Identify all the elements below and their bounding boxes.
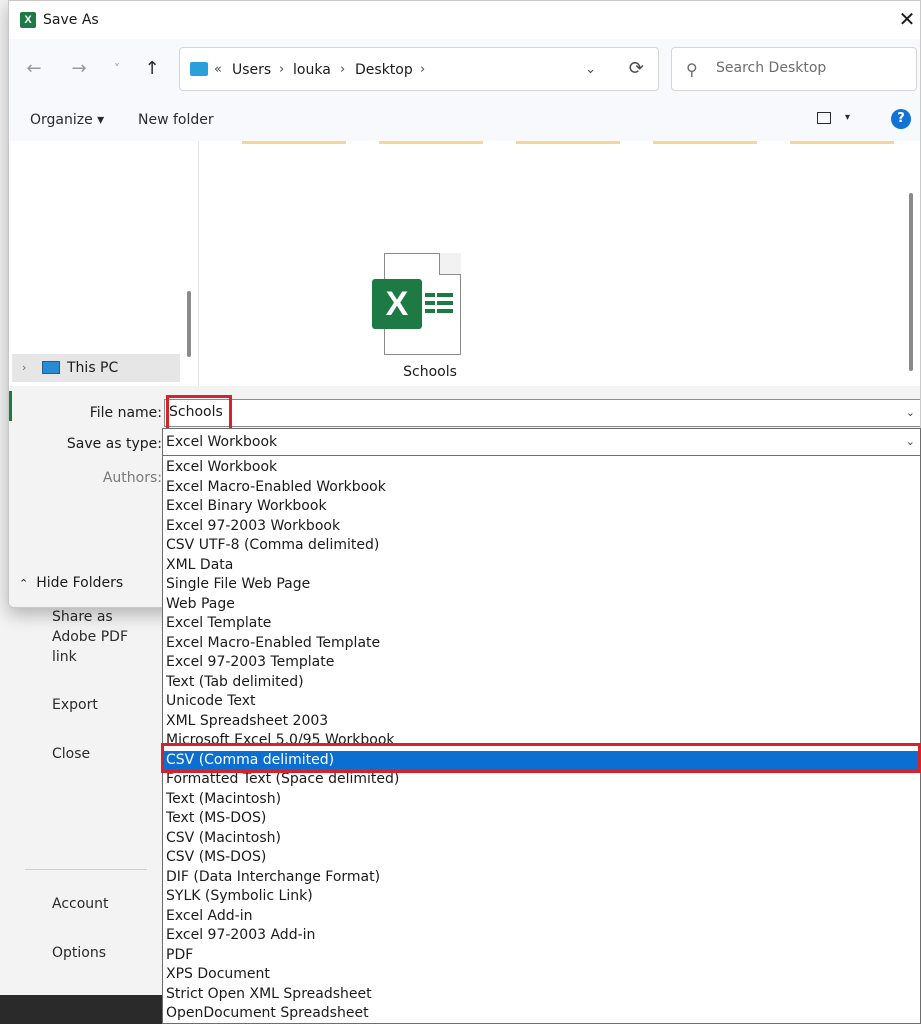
folder-thumbnail-edge[interactable] bbox=[790, 141, 894, 144]
recent-locations-chevron-icon[interactable]: ˅ bbox=[104, 56, 130, 82]
hide-folders-button[interactable]: ⌃ Hide Folders bbox=[19, 574, 123, 593]
folder-thumbnail-edge[interactable] bbox=[379, 141, 483, 144]
expand-chevron-icon[interactable]: › bbox=[22, 360, 26, 376]
title-bar: X Save As ✕ bbox=[9, 1, 920, 39]
pc-icon bbox=[190, 62, 208, 76]
breadcrumb-separator: › bbox=[340, 62, 346, 77]
breadcrumb-users[interactable]: Users bbox=[232, 60, 271, 80]
organize-menu[interactable]: Organize ▾ bbox=[30, 111, 104, 129]
back-arrow-icon[interactable]: ← bbox=[21, 56, 47, 82]
save-as-type-listbox[interactable]: Excel Workbook Excel Macro-Enabled Workbo… bbox=[162, 456, 921, 1024]
file-list-scrollbar[interactable] bbox=[909, 193, 913, 371]
chevron-up-icon: ⌃ bbox=[19, 577, 29, 590]
save-as-type-option[interactable]: Text (Tab delimited) bbox=[163, 673, 920, 693]
save-as-type-option[interactable]: CSV (Macintosh) bbox=[163, 829, 920, 849]
save-as-type-option[interactable]: XML Data bbox=[163, 556, 920, 576]
forward-arrow-icon[interactable]: → bbox=[66, 56, 92, 82]
monitor-icon bbox=[42, 361, 60, 374]
focus-accent bbox=[9, 391, 12, 421]
save-as-type-option[interactable]: Text (Macintosh) bbox=[163, 790, 920, 810]
close-item[interactable]: Close bbox=[52, 744, 152, 764]
file-name-label: Schools bbox=[403, 364, 457, 380]
selected-option-annotation-box bbox=[161, 743, 921, 773]
save-as-type-option[interactable]: Excel Macro-Enabled Template bbox=[163, 634, 920, 654]
folder-thumbnail-edge[interactable] bbox=[242, 141, 346, 144]
page-fold-icon bbox=[439, 253, 461, 275]
save-as-type-option[interactable]: Web Page bbox=[163, 595, 920, 615]
save-as-type-option[interactable]: Excel 97-2003 Template bbox=[163, 653, 920, 673]
save-as-type-option[interactable]: Excel Workbook bbox=[163, 458, 920, 478]
options-item[interactable]: Options bbox=[52, 943, 152, 963]
file-list: X Schools bbox=[200, 141, 920, 386]
view-options-caret-icon[interactable]: ▾ bbox=[845, 109, 850, 127]
spreadsheet-grid-icon bbox=[425, 293, 453, 315]
save-as-type-option[interactable]: OpenDocument Spreadsheet bbox=[163, 1004, 920, 1023]
save-as-type-select[interactable]: Excel Workbook ⌄ bbox=[162, 428, 921, 456]
save-as-type-option[interactable]: CSV (MS-DOS) bbox=[163, 848, 920, 868]
save-as-type-option[interactable]: XML Spreadsheet 2003 bbox=[163, 712, 920, 732]
search-box[interactable]: ⚲ bbox=[671, 47, 917, 91]
save-as-type-option[interactable]: Unicode Text bbox=[163, 692, 920, 712]
search-icon: ⚲ bbox=[686, 60, 698, 79]
save-as-type-option[interactable]: Excel 97-2003 Add-in bbox=[163, 926, 920, 946]
save-as-type-label: Save as type: bbox=[66, 436, 162, 452]
address-history-chevron-icon[interactable]: ⌄ bbox=[585, 60, 596, 80]
search-input[interactable] bbox=[716, 60, 906, 76]
navigation-bar: ← → ˅ ↑ « Users › louka › Desktop › ⌄ ⟳ … bbox=[9, 39, 920, 99]
refresh-icon[interactable]: ⟳ bbox=[629, 58, 644, 80]
navigation-pane-scrollbar[interactable] bbox=[187, 291, 191, 357]
file-name-label: File name: bbox=[89, 405, 162, 421]
save-as-type-option[interactable]: PDF bbox=[163, 946, 920, 966]
command-bar: Organize ▾ New folder ▾ ? bbox=[9, 99, 920, 141]
save-as-type-option[interactable]: DIF (Data Interchange Format) bbox=[163, 868, 920, 888]
save-as-type-option[interactable]: Single File Web Page bbox=[163, 575, 920, 595]
save-as-type-option[interactable]: CSV UTF-8 (Comma delimited) bbox=[163, 536, 920, 556]
breadcrumb-overflow[interactable]: « bbox=[214, 60, 222, 80]
save-as-type-option[interactable]: Excel Macro-Enabled Workbook bbox=[163, 478, 920, 498]
save-as-type-option[interactable]: Text (MS-DOS) bbox=[163, 809, 920, 829]
file-name-input[interactable] bbox=[169, 404, 869, 420]
address-bar[interactable]: « Users › louka › Desktop › ⌄ ⟳ bbox=[179, 47, 659, 91]
file-item-schools[interactable]: X Schools bbox=[370, 251, 490, 386]
file-name-annotation-box bbox=[166, 395, 232, 431]
dialog-title: Save As bbox=[43, 12, 99, 28]
save-as-type-option[interactable]: XPS Document bbox=[163, 965, 920, 985]
backstage-divider bbox=[25, 869, 147, 870]
breadcrumb-separator: › bbox=[279, 62, 285, 77]
save-as-type-option[interactable]: Excel Add-in bbox=[163, 907, 920, 927]
up-arrow-icon[interactable]: ↑ bbox=[139, 56, 165, 82]
navigation-pane: › This PC bbox=[9, 141, 199, 386]
share-adobe-pdf-link-item[interactable]: Share as Adobe PDF link bbox=[52, 607, 152, 667]
save-as-type-option[interactable]: Excel 97-2003 Workbook bbox=[163, 517, 920, 537]
hide-folders-label: Hide Folders bbox=[36, 575, 124, 591]
folder-thumbnail-edge[interactable] bbox=[516, 141, 620, 144]
export-item[interactable]: Export bbox=[52, 695, 152, 715]
account-item[interactable]: Account bbox=[52, 894, 152, 914]
save-as-type-option[interactable]: Excel Template bbox=[163, 614, 920, 634]
this-pc-label: This PC bbox=[67, 360, 119, 376]
save-as-type-option[interactable]: SYLK (Symbolic Link) bbox=[163, 887, 920, 907]
backstage-footer bbox=[0, 995, 170, 1024]
help-icon[interactable]: ? bbox=[891, 109, 911, 129]
breadcrumb-desktop[interactable]: Desktop bbox=[355, 60, 413, 80]
save-as-type-value: Excel Workbook bbox=[166, 434, 278, 450]
nav-item-this-pc[interactable]: › This PC bbox=[12, 354, 180, 382]
folder-thumbnail-edge[interactable] bbox=[653, 141, 757, 144]
new-folder-button[interactable]: New folder bbox=[138, 111, 214, 129]
close-icon[interactable]: ✕ bbox=[896, 7, 918, 31]
breadcrumb-separator[interactable]: › bbox=[420, 60, 425, 80]
chevron-down-icon[interactable]: ⌄ bbox=[906, 434, 915, 450]
view-options-icon[interactable] bbox=[817, 112, 831, 124]
save-as-type-option[interactable]: Strict Open XML Spreadsheet bbox=[163, 985, 920, 1005]
file-name-field[interactable]: ⌄ bbox=[164, 399, 920, 427]
excel-badge-icon: X bbox=[372, 279, 422, 329]
breadcrumb-louka[interactable]: louka bbox=[293, 60, 331, 80]
authors-label: Authors: bbox=[102, 470, 162, 486]
excel-logo-icon: X bbox=[20, 12, 36, 28]
file-name-chevron-icon[interactable]: ⌄ bbox=[906, 405, 915, 421]
save-as-type-option[interactable]: Excel Binary Workbook bbox=[163, 497, 920, 517]
